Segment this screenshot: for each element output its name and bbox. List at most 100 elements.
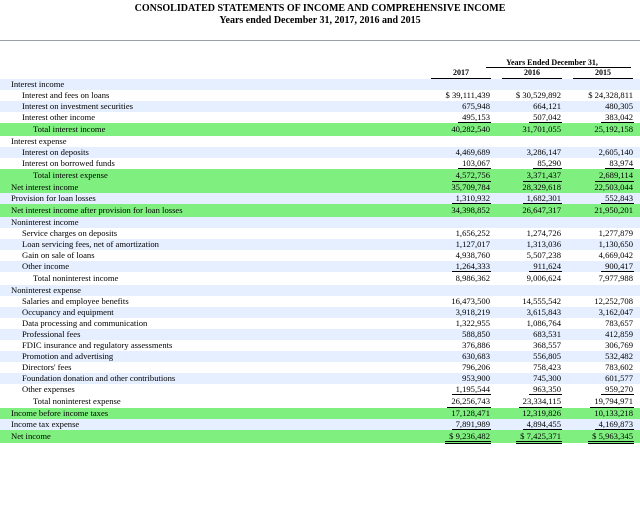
cell-2017: 675,948 bbox=[462, 101, 490, 111]
cell-2015: 21,950,201 bbox=[594, 205, 633, 215]
cell-2016: 1,682,301 bbox=[522, 193, 563, 204]
cell-2016: 758,423 bbox=[533, 362, 561, 372]
cell-2016: 683,531 bbox=[533, 329, 561, 339]
row-label: Other income bbox=[22, 261, 70, 271]
cell-2015: 1,277,879 bbox=[598, 228, 633, 238]
row-label: Occupancy and equipment bbox=[22, 307, 114, 317]
cell-2016: 23,334,115 bbox=[518, 396, 563, 408]
statement-subtitle: Years ended December 31, 2017, 2016 and … bbox=[219, 15, 421, 26]
table-row: Interest and fees on loans $ 39,111,439 $ … bbox=[0, 90, 640, 101]
cell-2017: 4,938,760 bbox=[455, 250, 490, 260]
row-label: Interest on investment securities bbox=[22, 101, 133, 111]
row-label: Foundation donation and other contributi… bbox=[22, 373, 176, 383]
table-row: Foundation donation and other contributi… bbox=[0, 373, 640, 384]
row-label: Interest other income bbox=[22, 112, 96, 122]
cell-2015: 2,689,114 bbox=[594, 170, 635, 182]
table-row: Salaries and employee benefits 16,473,500… bbox=[0, 296, 640, 307]
cell-2017: 103,067 bbox=[458, 158, 491, 169]
cell-2017: 34,398,852 bbox=[451, 205, 490, 215]
cell-2017: 4,469,689 bbox=[455, 147, 490, 157]
cell-2017: 40,282,540 bbox=[451, 124, 490, 134]
cell-2016: 911,624 bbox=[529, 261, 562, 272]
cell-2017: 953,900 bbox=[462, 373, 490, 383]
cell-2015: 601,577 bbox=[605, 373, 633, 383]
row-label: Promotion and advertising bbox=[22, 351, 114, 361]
table-row: Interest expense bbox=[0, 136, 640, 147]
cell-2015: $ 24,328,811 bbox=[588, 90, 633, 100]
table-row: Gain on sale of loans 4,938,760 5,507,238 4… bbox=[0, 250, 640, 261]
row-label: Noninterest income bbox=[11, 217, 79, 227]
header-divider bbox=[0, 40, 640, 41]
row-label: FDIC insurance and regulatory assessment… bbox=[22, 340, 173, 350]
row-label: Loan servicing fees, net of amortization bbox=[22, 239, 159, 249]
table-row: Net income $ 9,236,482 $ 7,425,371 $ 5,963,… bbox=[0, 430, 640, 444]
cell-2015: 19,794,971 bbox=[590, 396, 634, 408]
row-label: Net interest income bbox=[11, 182, 79, 192]
cell-2015: 480,305 bbox=[605, 101, 633, 111]
row-label: Provision for loan losses bbox=[11, 193, 96, 203]
cell-2015: 532,482 bbox=[605, 351, 633, 361]
cell-2015: 4,169,873 bbox=[594, 419, 635, 430]
cell-2015: $ 5,963,345 bbox=[588, 431, 634, 444]
table-row: Professional fees 588,850 683,531 412,859 bbox=[0, 329, 640, 340]
row-label: Income before income taxes bbox=[11, 408, 109, 418]
cell-2015: 10,133,218 bbox=[594, 408, 633, 418]
cell-2015: 12,252,708 bbox=[594, 296, 633, 306]
table-row: Net interest income after provision for … bbox=[0, 204, 640, 217]
cell-2017: 26,256,743 bbox=[447, 396, 491, 408]
row-label: Service charges on deposits bbox=[22, 228, 118, 238]
cell-2016: 14,555,542 bbox=[522, 296, 561, 306]
table-row: Total interest income 40,282,540 31,701,05… bbox=[0, 123, 640, 136]
cell-2017: $ 39,111,439 bbox=[445, 90, 490, 100]
cell-2017: 1,264,333 bbox=[451, 261, 492, 272]
cell-2016: 1,313,036 bbox=[526, 239, 561, 249]
cell-2017: 1,322,955 bbox=[455, 318, 490, 328]
cell-2015: 783,657 bbox=[605, 318, 633, 328]
row-label: Salaries and employee benefits bbox=[22, 296, 129, 306]
row-label: Interest on borrowed funds bbox=[22, 158, 115, 168]
cell-2016: 368,557 bbox=[533, 340, 561, 350]
row-label: Total noninterest expense bbox=[33, 396, 121, 406]
cell-2016: 5,507,238 bbox=[526, 250, 561, 260]
cell-2016: 1,274,726 bbox=[526, 228, 561, 238]
cell-2016: 12,319,826 bbox=[522, 408, 561, 418]
cell-2016: $ 7,425,371 bbox=[516, 431, 562, 444]
row-label: Interest on deposits bbox=[22, 147, 89, 157]
cell-2017: 630,683 bbox=[462, 351, 490, 361]
table-row: Noninterest income bbox=[0, 217, 640, 228]
cell-2016: 85,290 bbox=[533, 158, 562, 169]
cell-2017: 35,709,784 bbox=[451, 182, 490, 192]
cell-2017: 1,195,544 bbox=[451, 384, 492, 395]
row-label: Interest and fees on loans bbox=[22, 90, 110, 100]
cell-2016: 4,894,455 bbox=[522, 419, 563, 430]
cell-2017: 3,918,219 bbox=[455, 307, 490, 317]
table-row: Income before income taxes 17,128,471 12,3… bbox=[0, 408, 640, 419]
table-row: Interest other income 495,153 507,042 383,0… bbox=[0, 112, 640, 123]
row-label: Net income bbox=[11, 431, 51, 441]
cell-2016: 3,371,437 bbox=[522, 170, 563, 182]
cell-2016: 556,805 bbox=[533, 351, 561, 361]
table-row: Occupancy and equipment 3,918,219 3,615,84… bbox=[0, 307, 640, 318]
row-label: Professional fees bbox=[22, 329, 81, 339]
table-row: Net interest income 35,709,784 28,329,618 2… bbox=[0, 182, 640, 193]
cell-2015: 3,162,047 bbox=[598, 307, 633, 317]
table-row: Interest on investment securities 675,948… bbox=[0, 101, 640, 112]
cell-2016: 28,329,618 bbox=[522, 182, 561, 192]
year-header-2015: 2015 bbox=[595, 68, 611, 77]
table-row: Noninterest expense bbox=[0, 285, 640, 296]
cell-2016: 31,701,055 bbox=[522, 124, 561, 134]
cell-2017: 1,656,252 bbox=[455, 228, 490, 238]
table-row: Income tax expense 7,891,989 4,894,455 4,16… bbox=[0, 419, 640, 430]
cell-2017: 4,572,756 bbox=[451, 170, 492, 182]
table-row: FDIC insurance and regulatory assessment… bbox=[0, 340, 640, 351]
table-row: Promotion and advertising 630,683 556,805 5… bbox=[0, 351, 640, 362]
cell-2015: 7,977,988 bbox=[598, 273, 633, 283]
row-label: Other expenses bbox=[22, 384, 75, 394]
row-label: Interest income bbox=[11, 79, 65, 89]
row-label: Income tax expense bbox=[11, 419, 80, 429]
cell-2015: 959,270 bbox=[601, 384, 634, 395]
row-label: Total interest income bbox=[33, 124, 106, 134]
income-statement-table: Interest income Interest and fees on loan… bbox=[0, 79, 640, 444]
table-row: Interest on borrowed funds 103,067 85,290 8… bbox=[0, 158, 640, 169]
cell-2016: 745,300 bbox=[533, 373, 561, 383]
